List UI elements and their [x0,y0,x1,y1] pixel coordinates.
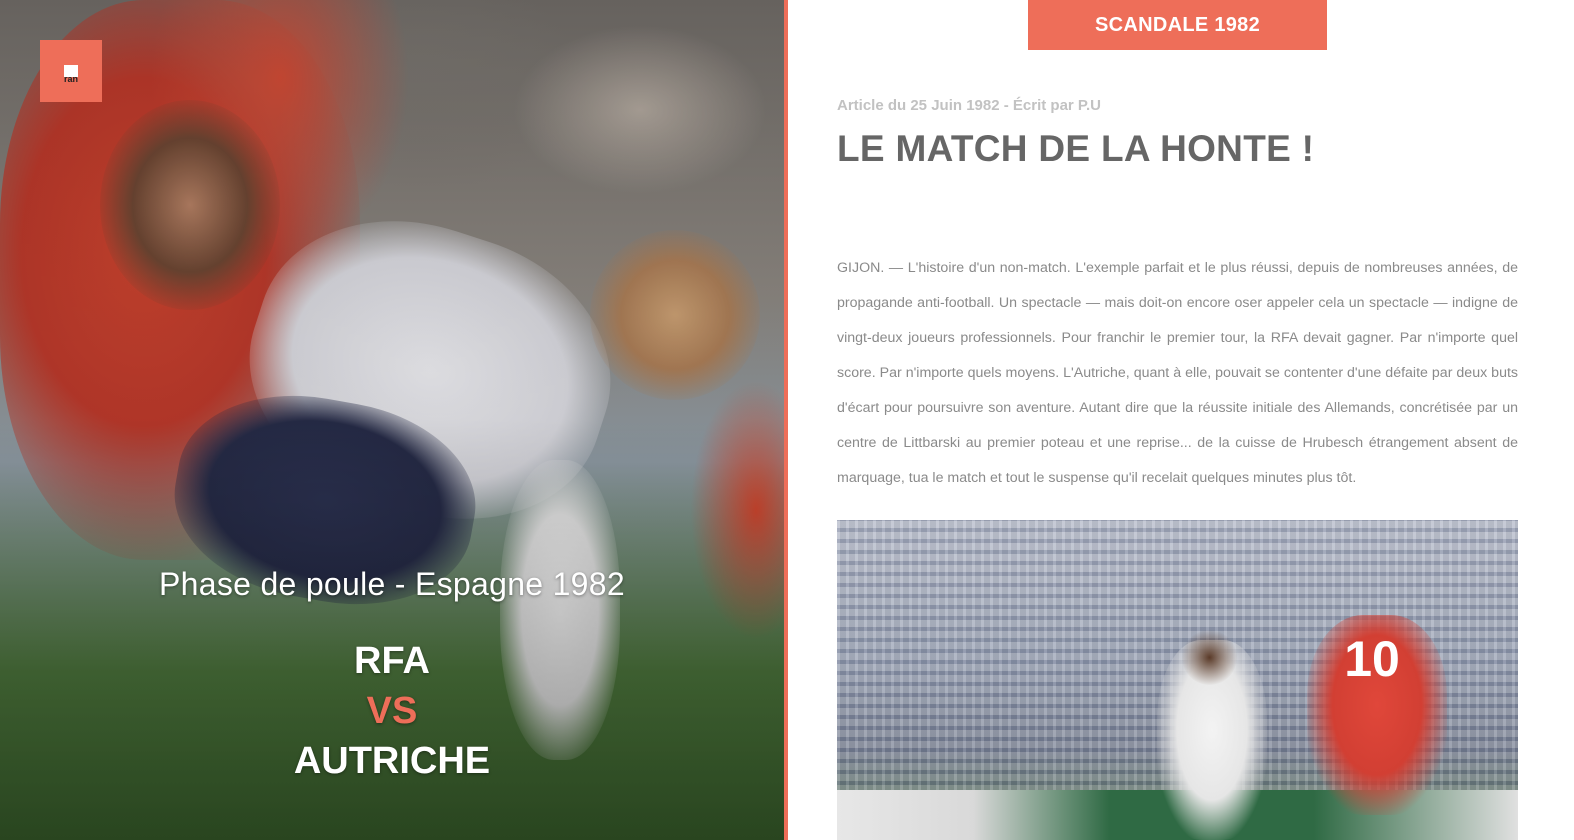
team-home: RFA [354,640,430,682]
article-photo: 10 [837,520,1518,840]
photo-player-white-head [1182,630,1237,685]
hero-panel: ran Phase de poule - Espagne 1982 RFA VS… [0,0,784,840]
article-meta: Article du 25 Juin 1982 - Écrit par P.U [837,97,1101,114]
article-title: LE MATCH DE LA HONTE ! [837,128,1315,169]
match-phase: Phase de poule - Espagne 1982 [159,566,625,602]
photo-jersey-number: 10 [1344,631,1400,687]
badge-label: ran [63,74,78,84]
team-away: AUTRICHE [293,740,491,782]
home-badge-button[interactable]: ran [40,40,102,102]
panel-divider [784,0,788,840]
article-body: GIJON. — L'histoire d'un non-match. L'ex… [837,260,1518,486]
versus-label: VS [366,690,418,732]
category-tag[interactable]: SCANDALE 1982 [1028,0,1327,50]
